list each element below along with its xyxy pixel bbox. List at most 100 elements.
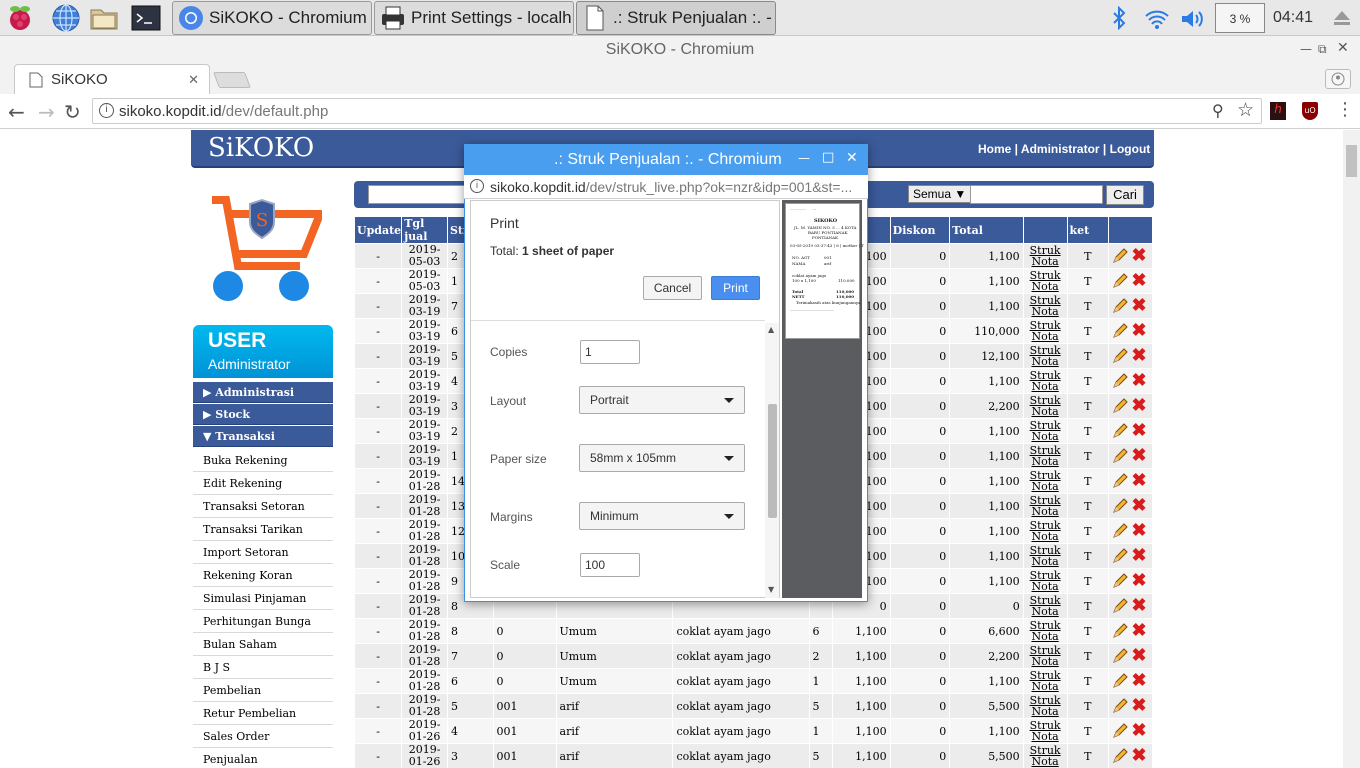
menu-bulan-saham[interactable]: Bulan Saham [193,633,333,656]
nota-link[interactable]: Nota [1031,280,1058,293]
address-bar[interactable]: i sikoko.kopdit.id/dev/default.php [92,98,1262,124]
delete-icon[interactable]: ✖ [1131,672,1146,690]
paper-size-select[interactable]: 58mm x 105mm [579,444,745,472]
delete-icon[interactable]: ✖ [1131,372,1146,390]
delete-icon[interactable]: ✖ [1131,247,1146,265]
delete-icon[interactable]: ✖ [1131,597,1146,615]
delete-icon[interactable]: ✖ [1131,447,1146,465]
delete-icon[interactable]: ✖ [1131,472,1146,490]
delete-icon[interactable]: ✖ [1131,722,1146,740]
cell-update[interactable]: - [353,518,403,544]
cell-update[interactable]: - [353,593,403,619]
delete-icon[interactable]: ✖ [1131,347,1146,365]
web-browser-icon[interactable] [51,3,81,33]
menu-retur-pembelian[interactable]: Retur Pembelian [193,702,333,725]
menu-edit-rekening[interactable]: Edit Rekening [193,472,333,495]
delete-icon[interactable]: ✖ [1131,622,1146,640]
task-sikoko-chromium[interactable]: SiKOKO - Chromium [172,1,372,35]
cell-update[interactable]: - [353,718,403,744]
wifi-icon[interactable] [1144,8,1170,34]
popup-address-bar[interactable]: i sikoko.kopdit.id/dev/struk_live.php?ok… [464,175,868,199]
edit-pencil-icon[interactable] [1112,723,1128,739]
scroll-down-icon[interactable]: ▼ [768,585,774,594]
scale-input[interactable]: 100 [580,553,640,577]
delete-icon[interactable]: ✖ [1131,497,1146,515]
cell-update[interactable]: - [353,568,403,594]
delete-icon[interactable]: ✖ [1131,697,1146,715]
nota-link[interactable]: Nota [1031,755,1058,768]
top-links[interactable]: Home | Administrator | Logout [978,142,1150,156]
terminal-icon[interactable] [131,3,161,33]
edit-pencil-icon[interactable] [1112,673,1128,689]
scroll-up-icon[interactable]: ▲ [768,325,774,334]
edit-pencil-icon[interactable] [1112,373,1128,389]
delete-icon[interactable]: ✖ [1131,522,1146,540]
volume-icon[interactable] [1180,8,1206,34]
menu-transaksi-setoran[interactable]: Transaksi Setoran [193,495,333,518]
cell-update[interactable]: - [353,618,403,644]
nota-link[interactable]: Nota [1031,555,1058,568]
profile-icon[interactable] [1325,69,1351,89]
delete-icon[interactable]: ✖ [1131,272,1146,290]
edit-pencil-icon[interactable] [1112,298,1128,314]
print-button[interactable]: Print [711,276,760,300]
delete-icon[interactable]: ✖ [1131,747,1146,765]
nota-link[interactable]: Nota [1031,330,1058,343]
nota-link[interactable]: Nota [1031,405,1058,418]
eject-icon[interactable] [1332,9,1352,31]
cell-update[interactable]: - [353,443,403,469]
cell-update[interactable]: - [353,643,403,669]
nota-link[interactable]: Nota [1031,580,1058,593]
edit-pencil-icon[interactable] [1112,248,1128,264]
back-icon[interactable]: ← [8,100,25,124]
edit-pencil-icon[interactable] [1112,273,1128,289]
delete-icon[interactable]: ✖ [1131,572,1146,590]
cell-update[interactable]: - [353,243,403,269]
cell-update[interactable]: - [353,493,403,519]
settings-scrollbar-thumb[interactable] [768,404,777,518]
menu-pembelian[interactable]: Pembelian [193,679,333,702]
nota-link[interactable]: Nota [1031,730,1058,743]
cell-update[interactable]: - [353,318,403,344]
bluetooth-icon[interactable] [1109,5,1129,34]
reload-icon[interactable]: ↻ [64,100,81,124]
filter-select[interactable]: Semua ▼ [908,185,972,203]
delete-icon[interactable]: ✖ [1131,547,1146,565]
clock[interactable]: 04:41 [1273,9,1313,27]
cpu-monitor[interactable]: 3 % [1215,3,1265,33]
edit-pencil-icon[interactable] [1112,323,1128,339]
nota-link[interactable]: Nota [1031,530,1058,543]
section-stock[interactable]: ▶ Stock [193,404,333,425]
menu-import-setoran[interactable]: Import Setoran [193,541,333,564]
edit-pencil-icon[interactable] [1112,523,1128,539]
delete-icon[interactable]: ✖ [1131,297,1146,315]
edit-pencil-icon[interactable] [1112,698,1128,714]
edit-pencil-icon[interactable] [1112,598,1128,614]
menu-penjualan[interactable]: Penjualan [193,748,333,768]
section-transaksi[interactable]: ▼ Transaksi [193,426,333,447]
ublock-icon[interactable]: uO [1302,102,1318,120]
edit-pencil-icon[interactable] [1112,448,1128,464]
cell-update[interactable]: - [353,543,403,569]
task-print-settings[interactable]: Print Settings - localh... [374,1,574,35]
nota-link[interactable]: Nota [1031,705,1058,718]
search-button[interactable]: Cari [1106,185,1144,205]
edit-pencil-icon[interactable] [1112,648,1128,664]
bookmark-star-icon[interactable]: ☆ [1237,99,1254,121]
info-icon[interactable]: i [99,103,114,118]
nota-link[interactable]: Nota [1031,605,1058,618]
new-tab-button[interactable] [213,72,251,88]
nota-link[interactable]: Nota [1031,655,1058,668]
task-struk-penjualan[interactable]: .: Struk Penjualan :. - ... [576,1,776,35]
menu-bjs[interactable]: B J S [193,656,333,679]
nota-link[interactable]: Nota [1031,455,1058,468]
copies-input[interactable]: 1 [580,340,640,364]
delete-icon[interactable]: ✖ [1131,422,1146,440]
edit-pencil-icon[interactable] [1112,498,1128,514]
section-administrasi[interactable]: ▶ Administrasi [193,382,333,403]
nota-link[interactable]: Nota [1031,480,1058,493]
nota-link[interactable]: Nota [1031,355,1058,368]
edit-pencil-icon[interactable] [1112,348,1128,364]
file-manager-icon[interactable] [89,3,119,33]
cancel-button[interactable]: Cancel [643,276,702,300]
